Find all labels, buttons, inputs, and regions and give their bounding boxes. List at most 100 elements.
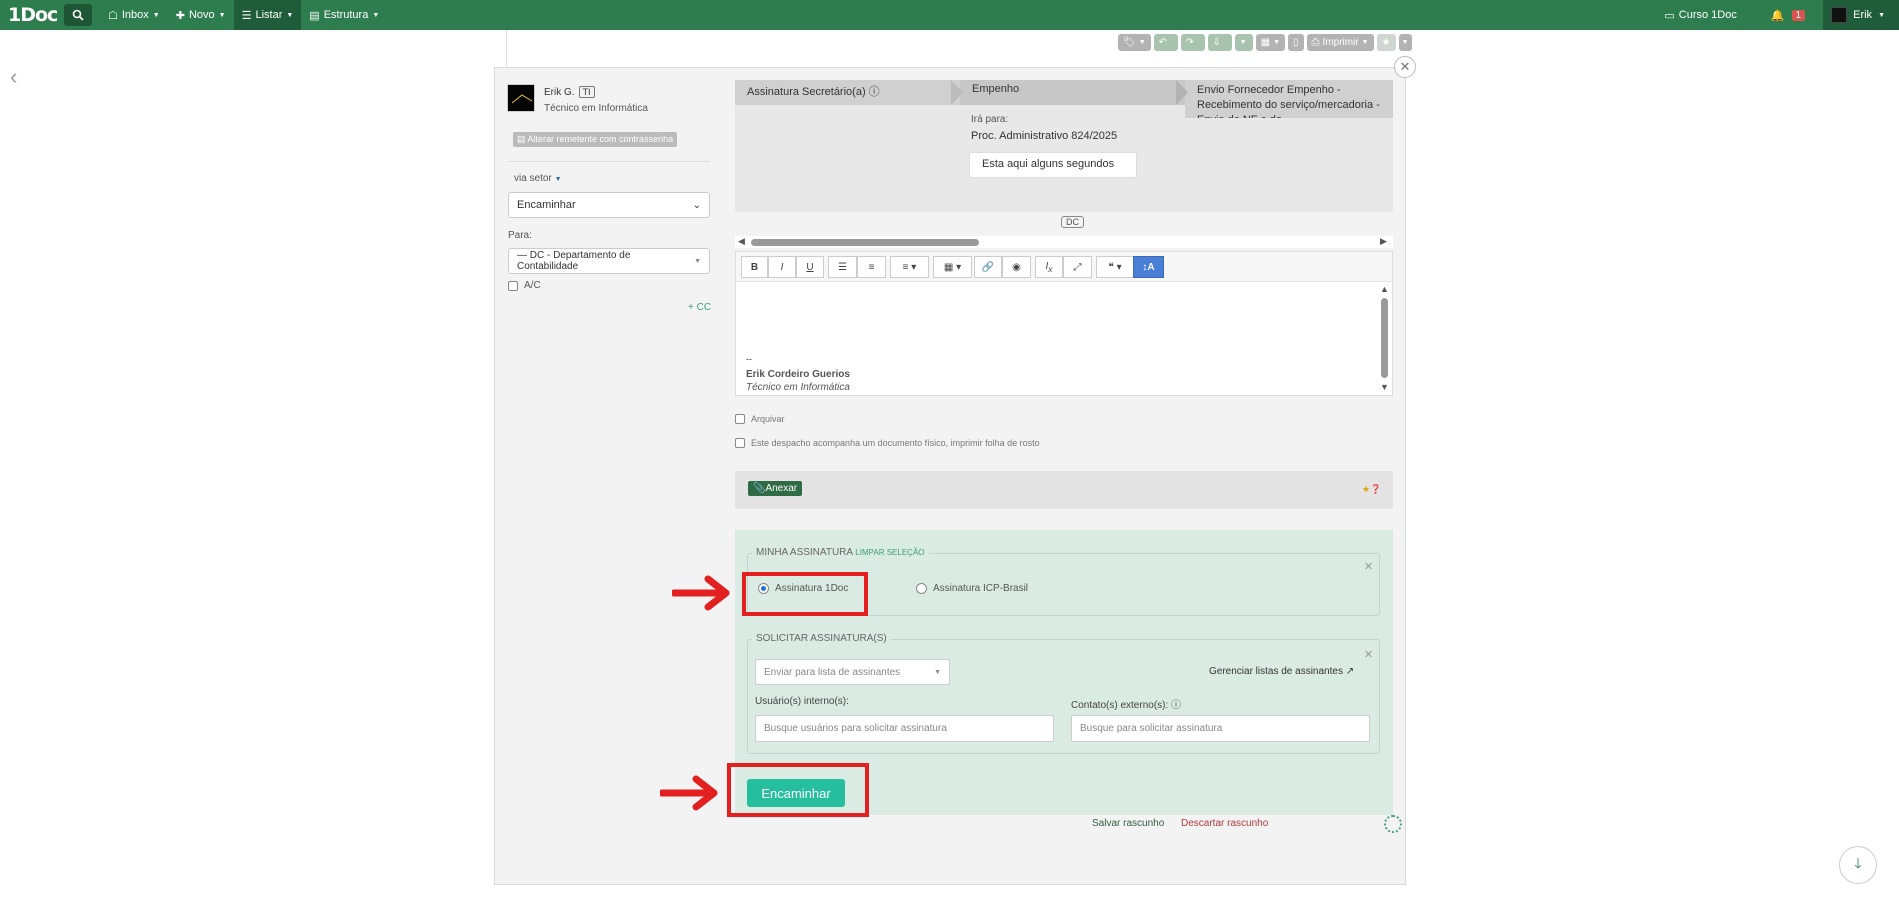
para-select-value: — DC - Departamento de Contabilidade	[517, 250, 631, 272]
arquivar-label: Arquivar	[751, 414, 785, 424]
scroll-up-icon[interactable]: ▲	[1380, 284, 1389, 294]
ac-checkbox[interactable]	[508, 280, 518, 291]
discard-draft-link[interactable]: Descartar rascunho	[1181, 818, 1268, 829]
signer-list-select[interactable]: Enviar para lista de assinantes ▼	[755, 659, 950, 685]
clear-selection-link[interactable]: LIMPAR SELEÇÃO	[855, 548, 924, 557]
scroll-bottom-button[interactable]: 🡓	[1839, 846, 1877, 884]
back-chevron-icon[interactable]: ‹	[10, 64, 17, 90]
add-cc-link[interactable]: + CC	[688, 302, 711, 313]
para-label: Para:	[508, 230, 532, 241]
font-size-button[interactable]: ↕A	[1133, 256, 1164, 278]
action-select[interactable]: Encaminhar ⌄	[508, 192, 710, 218]
vertical-scrollbar[interactable]: ▲ ▼	[1379, 284, 1391, 394]
attach-bar	[735, 471, 1393, 509]
forward-icon: ↷	[1185, 37, 1195, 48]
align-button[interactable]: ≡ ▾	[890, 256, 929, 278]
structure-icon: ▤	[309, 9, 320, 22]
calendar-button[interactable]: ▦ ▼	[1255, 34, 1286, 51]
print-label: Imprimir	[1322, 37, 1359, 48]
app-logo[interactable]: 1Doc	[8, 4, 64, 26]
bullet-list-icon: ☰	[838, 261, 847, 273]
fisico-row[interactable]: Este despacho acompanha um documento fís…	[735, 438, 1040, 448]
fisico-checkbox[interactable]	[735, 438, 745, 448]
nav-novo[interactable]: ✚ Novo ▼	[168, 0, 234, 30]
more-button[interactable]: ▼	[1398, 34, 1412, 51]
caret-down-icon: ▼	[1273, 39, 1281, 46]
scroll-right-icon[interactable]: ▶	[1380, 236, 1387, 247]
scroll-left-icon[interactable]: ◀	[738, 236, 745, 247]
fullscreen-button[interactable]: ⤢	[1063, 256, 1092, 278]
internal-users-input[interactable]: Busque usuários para solicitar assinatur…	[755, 715, 1054, 742]
nav-notifications[interactable]: 🔔 1	[1763, 0, 1813, 30]
reply-button[interactable]: ↶	[1153, 34, 1178, 51]
quote-icon: ❝ ▾	[1108, 261, 1122, 273]
user-name: Erik	[1853, 9, 1873, 21]
print-button[interactable]: ⎙ Imprimir ▼	[1306, 34, 1374, 51]
change-sender-button[interactable]: ▤ Alterar remetente com contrassenha	[513, 132, 678, 147]
request-signature-fieldset: SOLICITAR ASSINATURA(S) ✕ Enviar para li…	[747, 633, 1380, 754]
quote-button[interactable]: ❝ ▾	[1096, 256, 1134, 278]
download-button[interactable]: ⇩	[1207, 34, 1232, 51]
para-select[interactable]: — DC - Departamento de Contabilidade ▼	[508, 248, 710, 274]
clear-format-button[interactable]: Ix	[1035, 256, 1063, 278]
caret-down-icon: ▼	[1878, 11, 1885, 19]
close-icon[interactable]: ✕	[1364, 560, 1373, 573]
document-button[interactable]: ▯	[1288, 34, 1304, 51]
dc-tag: DC	[1061, 216, 1084, 228]
signature-role: Técnico em Informática	[746, 382, 850, 393]
favorite-help[interactable]: ★❓	[1362, 484, 1381, 495]
manage-lists-label: Gerenciar listas de assinantes	[1209, 666, 1343, 677]
scrollbar-thumb[interactable]	[751, 239, 979, 246]
close-icon[interactable]: ✕	[1394, 56, 1416, 78]
italic-icon: I	[780, 261, 784, 273]
arquivar-checkbox[interactable]	[735, 414, 745, 424]
arrow-right-icon	[672, 575, 730, 611]
scroll-down-icon[interactable]: ▼	[1380, 382, 1389, 392]
close-icon[interactable]: ✕	[1364, 648, 1373, 661]
star-icon: ★	[1362, 484, 1371, 494]
radio-icp[interactable]	[916, 583, 927, 594]
signature-name: Erik Cordeiro Guerios	[746, 369, 850, 380]
preview-button[interactable]: ◉	[1002, 256, 1031, 278]
via-setor-dropdown[interactable]: via setor ▼	[514, 173, 562, 184]
user-menu[interactable]: Erik ▼	[1823, 0, 1899, 30]
message-editor: B I U ☰ ≡ ≡ ▾ ▦ ▾ 🔗 ◉ Ix ⤢ ❝ ▾ ↕A -- Eri…	[735, 251, 1393, 396]
arquivar-row[interactable]: Arquivar	[735, 414, 785, 424]
signature-dash: --	[746, 354, 752, 364]
star-button[interactable]: ★	[1376, 34, 1396, 51]
nav-inbox-label: Inbox	[121, 9, 149, 21]
search-button[interactable]	[64, 4, 92, 26]
nav-estrutura[interactable]: ▤ Estrutura ▼	[301, 0, 387, 30]
download-menu-button[interactable]: ▼	[1234, 34, 1253, 51]
nav-listar[interactable]: ☰ Listar ▼	[233, 0, 302, 30]
table-button[interactable]: ▦ ▾	[933, 256, 972, 278]
external-contacts-input[interactable]: Busque para solicitar assinatura	[1071, 715, 1370, 742]
forward-button[interactable]: ↷	[1180, 34, 1205, 51]
attach-button[interactable]: 📎Anexar	[748, 481, 803, 496]
save-draft-link[interactable]: Salvar rascunho	[1092, 818, 1164, 829]
tag-icon: 🏷	[1123, 37, 1136, 48]
calendar-icon: ▦	[1260, 37, 1271, 48]
horizontal-scrollbar[interactable]: ◀ ▶	[735, 236, 1393, 248]
italic-button[interactable]: I	[768, 256, 796, 278]
fullscreen-icon: ⤢	[1073, 261, 1082, 273]
numbered-list-button[interactable]: ≡	[857, 256, 886, 278]
reply-icon: ↶	[1158, 37, 1168, 48]
caret-down-icon: ▼	[1138, 39, 1146, 46]
bullet-list-button[interactable]: ☰	[828, 256, 857, 278]
nav-inbox[interactable]: ☖ Inbox ▼	[100, 0, 168, 30]
underline-button[interactable]: U	[796, 256, 824, 278]
option-icp[interactable]: Assinatura ICP-Brasil	[916, 583, 1028, 594]
tag-button[interactable]: 🏷 ▼	[1118, 34, 1151, 51]
change-sender-label: Alterar remetente com contrassenha	[527, 134, 674, 144]
ac-checkbox-row[interactable]: A/C	[508, 280, 541, 291]
bold-button[interactable]: B	[741, 256, 768, 278]
manage-lists-link[interactable]: Gerenciar listas de assinantes ↗	[1209, 666, 1354, 677]
process-number[interactable]: Proc. Administrativo 824/2025	[971, 130, 1117, 142]
nav-course[interactable]: ▭ Curso 1Doc	[1656, 0, 1744, 30]
option-icp-label: Assinatura ICP-Brasil	[933, 583, 1029, 594]
caret-down-icon: ▼	[554, 176, 562, 183]
scrollbar-thumb[interactable]	[1381, 298, 1388, 378]
sender-role: Técnico em Informática	[544, 103, 648, 114]
link-button[interactable]: 🔗	[974, 256, 1002, 278]
